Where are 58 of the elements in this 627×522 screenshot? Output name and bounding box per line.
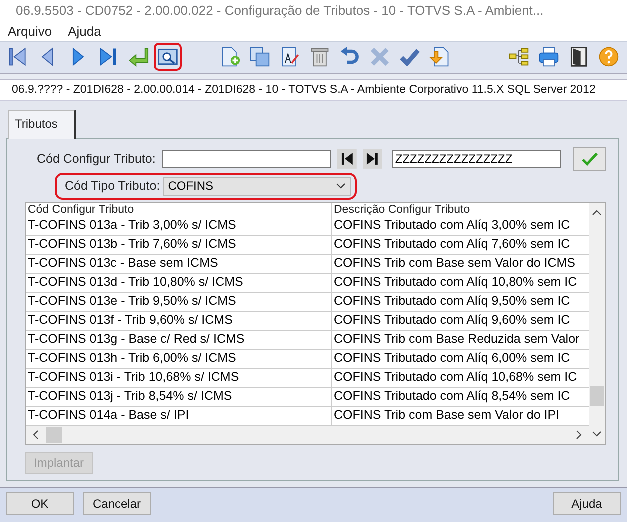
import-document-icon[interactable] [429, 46, 451, 68]
table-cell: T-COFINS 013e - Trib 9,50% s/ ICMS [26, 292, 332, 312]
dialog-button[interactable]: Cancelar [83, 492, 151, 516]
table-cell: T-COFINS 013b - Trib 7,60% s/ ICMS [26, 236, 332, 255]
window-title: 06.9.5503 - CD0752 - 2.00.00.022 - Configuração de Tributos - 10 - TOTVS S.A - Ambient... [16, 3, 544, 18]
help-icon[interactable] [598, 46, 620, 68]
column-header[interactable]: Cód Configur Tributo [26, 202, 332, 217]
dialog-title: 06.9.???? - Z01DI628 - 2.00.00.014 - Z01DI628 - 10 - TOTVS S.A - Ambiente Corporativo 11.5.X SQL Server 2012 [12, 84, 596, 96]
scroll-left-icon[interactable] [32, 430, 40, 440]
tab[interactable]: Tributos [8, 110, 76, 139]
table-cell: T-COFINS 013j - Trib 8,54% s/ ICMS [26, 388, 332, 407]
first-record-icon[interactable] [336, 148, 357, 169]
trash-icon[interactable] [309, 46, 331, 68]
table-cell: COFINS Tributado com Alíq 9,60% sem IC [332, 312, 589, 331]
table-cell: T-COFINS 013c - Base sem ICMS [26, 254, 332, 274]
menu-item[interactable]: Arquivo [8, 24, 52, 39]
scroll-down-icon[interactable] [592, 430, 602, 438]
field-label: Cód Configur Tributo: [37, 152, 156, 166]
field-label: Cód Tipo Tributo: [65, 179, 160, 194]
copy-icon[interactable] [249, 46, 271, 68]
menu-item[interactable]: Ajuda [68, 24, 102, 39]
tree-icon[interactable] [508, 46, 530, 68]
table-cell: T-COFINS 013f - Trib 9,60% s/ ICMS [26, 312, 332, 331]
edit-document-icon[interactable] [279, 46, 301, 68]
table-cell: COFINS Tributado com Alíq 3,00% sem IC [332, 216, 589, 236]
table-cell: COFINS Tributado com Alíq 8,54% sem IC [332, 388, 589, 407]
table-cell: T-COFINS 013h - Trib 6,00% s/ ICMS [26, 350, 332, 369]
table-cell: T-COFINS 013d - Trib 10,80% s/ ICMS [26, 274, 332, 293]
table-cell: COFINS Tributado com Alíq 7,60% sem IC [332, 236, 589, 255]
return-arrow-icon[interactable] [127, 46, 149, 68]
table-cell: T-COFINS 013a - Trib 3,00% s/ ICMS [26, 216, 332, 236]
chevron-down-icon [336, 183, 346, 190]
table-cell: T-COFINS 013i - Trib 10,68% s/ ICMS [26, 368, 332, 388]
type-dropdown[interactable]: COFINS [163, 176, 352, 196]
from-input-field[interactable] [162, 150, 331, 168]
table-cell: COFINS Tributado com Alíq 9,50% sem IC [332, 292, 589, 312]
checkmark-icon [580, 152, 599, 166]
table-cell: T-COFINS 013g - Base c/ Red s/ ICMS [26, 330, 332, 350]
apply-button[interactable] [573, 146, 606, 171]
dialog-button[interactable]: OK [6, 492, 74, 516]
to-input-field[interactable]: ZZZZZZZZZZZZZZZZ [392, 150, 562, 168]
table-cell: COFINS Tributado com Alíq 6,00% sem IC [332, 350, 589, 369]
dialog-button[interactable]: Ajuda [553, 492, 621, 516]
last-record-icon[interactable] [362, 148, 382, 169]
table-cell: COFINS Trib com Base sem Valor do ICMS [332, 254, 589, 274]
new-document-icon[interactable] [219, 46, 241, 68]
column-header[interactable]: Descrição Configur Tributo [332, 202, 589, 217]
printer-icon[interactable] [538, 46, 560, 68]
scroll-thumb[interactable] [590, 386, 604, 406]
scroll-up-icon[interactable] [592, 208, 602, 217]
table-cell: COFINS Tributado com Alíq 10,80% sem IC [332, 274, 589, 293]
scroll-right-icon[interactable] [575, 430, 583, 440]
horizontal-scrollbar[interactable] [26, 426, 589, 444]
table-cell: COFINS Trib com Base Reduzida sem Valor [332, 330, 589, 350]
table-cell: COFINS Tributado com Alíq 10,68% sem IC [332, 368, 589, 388]
door-icon[interactable] [568, 46, 590, 68]
vertical-scrollbar[interactable] [589, 202, 605, 444]
scroll-thumb[interactable] [46, 426, 62, 443]
